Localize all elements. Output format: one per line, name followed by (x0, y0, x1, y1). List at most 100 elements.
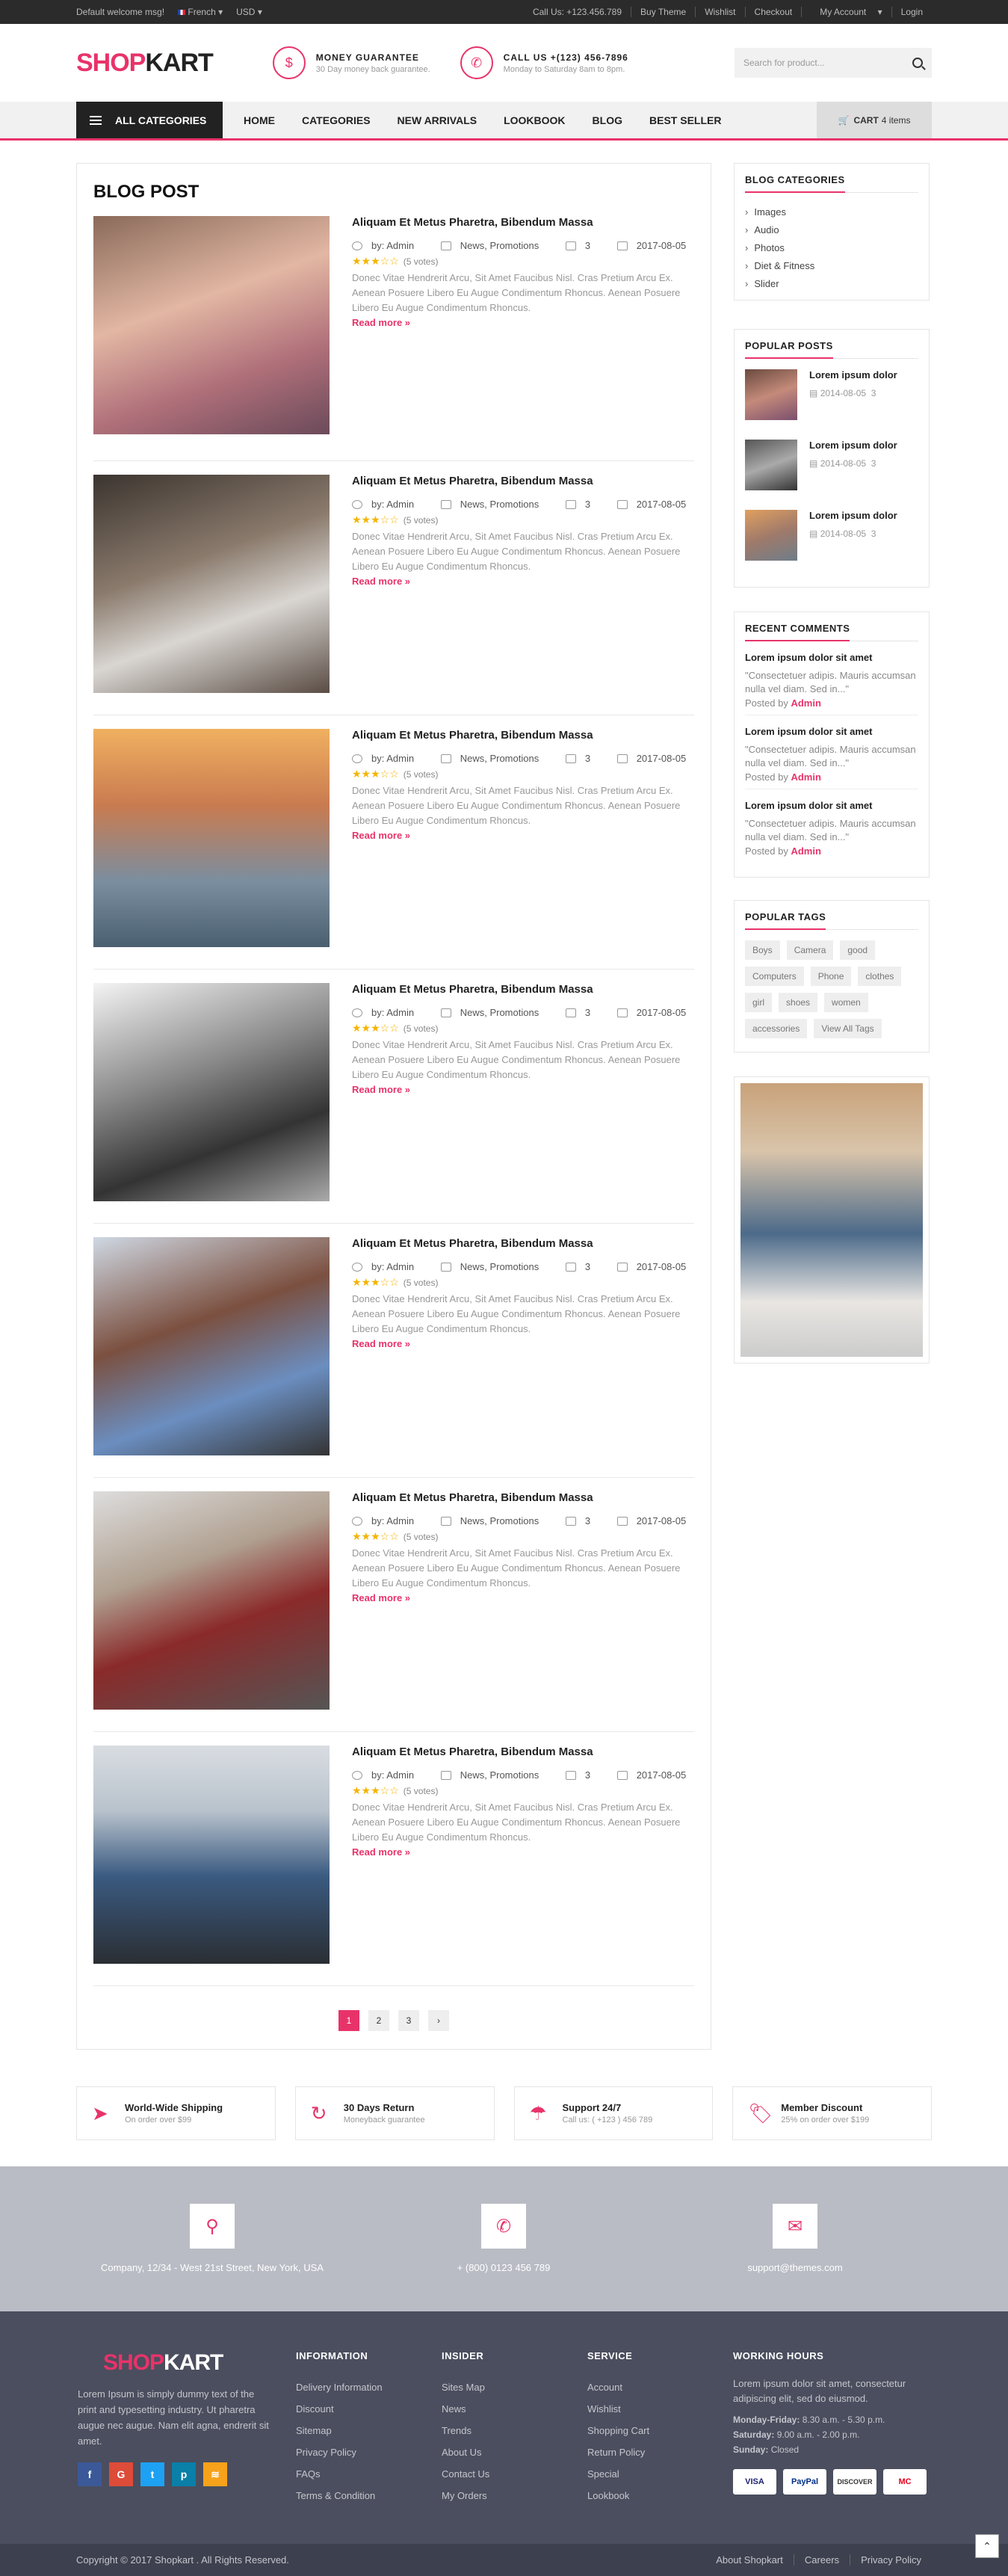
comment-item[interactable]: Lorem ipsum dolor sit amet "Consectetuer … (745, 652, 918, 715)
tag-item[interactable]: shoes (779, 993, 818, 1012)
cart-button[interactable]: 🛒 CART 4 items (817, 102, 932, 138)
popular-post[interactable]: Lorem ipsum dolor ▤ 2014-08-05 3 (745, 369, 918, 420)
pinterest-icon[interactable]: p (172, 2462, 196, 2486)
popular-post[interactable]: Lorem ipsum dolor ▤ 2014-08-05 3 (745, 440, 918, 490)
read-more-link[interactable]: Read more » (352, 1592, 688, 1603)
nav-best-seller[interactable]: BEST SELLER (636, 114, 735, 126)
footer-link[interactable]: About Us (442, 2441, 489, 2463)
careers-link[interactable]: Careers (793, 2554, 850, 2566)
read-more-link[interactable]: Read more » (352, 1338, 688, 1349)
nav-categories[interactable]: CATEGORIES (288, 114, 384, 126)
page-1[interactable]: 1 (338, 2010, 359, 2031)
footer-link[interactable]: Sites Map (442, 2376, 489, 2398)
page-2[interactable]: 2 (368, 2010, 389, 2031)
nav-lookbook[interactable]: LOOKBOOK (490, 114, 578, 126)
read-more-link[interactable]: Read more » (352, 576, 688, 587)
post-title[interactable]: Aliquam Et Metus Pharetra, Bibendum Mass… (352, 1237, 688, 1250)
category-images[interactable]: Images (745, 203, 918, 221)
facebook-icon[interactable]: f (78, 2462, 102, 2486)
post-image[interactable] (93, 983, 330, 1201)
footer-link[interactable]: Delivery Information (296, 2376, 383, 2398)
post-thumbnail[interactable] (745, 440, 797, 490)
tag-item[interactable]: girl (745, 993, 773, 1012)
read-more-link[interactable]: Read more » (352, 1846, 688, 1858)
google-plus-icon[interactable]: G (109, 2462, 133, 2486)
category-slider[interactable]: Slider (745, 275, 918, 293)
footer-link[interactable]: Shopping Cart (587, 2420, 649, 2441)
footer-link[interactable]: Trends (442, 2420, 489, 2441)
post-title[interactable]: Aliquam Et Metus Pharetra, Bibendum Mass… (352, 983, 688, 996)
tag-item[interactable]: Computers (745, 967, 804, 986)
tag-item[interactable]: Boys (745, 940, 780, 960)
post-image[interactable] (93, 729, 330, 947)
footer-link[interactable]: Special (587, 2463, 649, 2485)
search-input[interactable]: Search for product... (735, 48, 932, 78)
post-image[interactable] (93, 216, 330, 434)
page-3[interactable]: 3 (398, 2010, 419, 2031)
footer-link[interactable]: Contact Us (442, 2463, 489, 2485)
next-page[interactable]: › (428, 2010, 449, 2031)
post-image[interactable] (93, 475, 330, 693)
twitter-icon[interactable]: t (140, 2462, 164, 2486)
checkout-link[interactable]: Checkout (744, 7, 802, 17)
post-image[interactable] (93, 1237, 330, 1455)
tag-item[interactable]: women (824, 993, 868, 1012)
wishlist-link[interactable]: Wishlist (695, 7, 744, 17)
banner-image[interactable] (740, 1083, 923, 1357)
footer-link[interactable]: Lookbook (587, 2485, 649, 2506)
post-image[interactable] (93, 1745, 330, 1964)
footer-link[interactable]: Return Policy (587, 2441, 649, 2463)
post-image[interactable] (93, 1491, 330, 1710)
login-link[interactable]: Login (891, 7, 932, 17)
post-thumbnail[interactable] (745, 510, 797, 561)
category-audio[interactable]: Audio (745, 221, 918, 239)
language-selector[interactable]: French ▾ (178, 7, 223, 17)
post-thumbnail[interactable] (745, 369, 797, 420)
footer-link[interactable]: Wishlist (587, 2398, 649, 2420)
footer-link[interactable]: Privacy Policy (296, 2441, 383, 2463)
read-more-link[interactable]: Read more » (352, 1084, 688, 1095)
logo[interactable]: SHOPKART (76, 49, 214, 78)
currency-selector[interactable]: USD ▾ (236, 7, 262, 17)
buy-theme-link[interactable]: Buy Theme (631, 7, 695, 17)
post-title[interactable]: Aliquam Et Metus Pharetra, Bibendum Mass… (352, 1745, 688, 1758)
footer-link[interactable]: Account (587, 2376, 649, 2398)
comment-item[interactable]: Lorem ipsum dolor sit amet "Consectetuer … (745, 726, 918, 789)
tag-item[interactable]: good (840, 940, 876, 960)
all-categories-button[interactable]: ALL CATEGORIES (76, 102, 223, 138)
tag-item[interactable]: accessories (745, 1019, 808, 1038)
footer-link[interactable]: FAQs (296, 2463, 383, 2485)
search-icon[interactable] (912, 58, 923, 68)
footer-logo[interactable]: SHOPKART (103, 2350, 272, 2376)
about-link[interactable]: About Shopkart (705, 2554, 794, 2566)
read-more-link[interactable]: Read more » (352, 317, 688, 328)
footer-link[interactable]: My Orders (442, 2485, 489, 2506)
tag-item[interactable]: View All Tags (814, 1019, 882, 1038)
category-diet-fitness[interactable]: Diet & Fitness (745, 257, 918, 275)
nav-new-arrivals[interactable]: NEW ARRIVALS (384, 114, 491, 126)
post-excerpt: Donec Vitae Hendrerit Arcu, Sit Amet Fau… (352, 1547, 681, 1589)
popular-post[interactable]: Lorem ipsum dolor ▤ 2014-08-05 3 (745, 510, 918, 561)
back-to-top-button[interactable]: ⌃ (975, 2534, 999, 2558)
sidebar-banner[interactable] (734, 1076, 930, 1364)
footer-link[interactable]: Discount (296, 2398, 383, 2420)
footer-link[interactable]: News (442, 2398, 489, 2420)
calendar-icon (616, 241, 628, 250)
nav-blog[interactable]: BLOG (579, 114, 636, 126)
post-title[interactable]: Aliquam Et Metus Pharetra, Bibendum Mass… (352, 1491, 688, 1504)
footer-link[interactable]: Terms & Condition (296, 2485, 383, 2506)
tag-item[interactable]: clothes (858, 967, 902, 986)
footer-link[interactable]: Sitemap (296, 2420, 383, 2441)
post-title[interactable]: Aliquam Et Metus Pharetra, Bibendum Mass… (352, 216, 688, 229)
my-account-link[interactable]: My Account ▾ (801, 7, 891, 17)
tag-item[interactable]: Camera (786, 940, 834, 960)
nav-home[interactable]: HOME (230, 114, 288, 126)
rss-icon[interactable]: ≋ (203, 2462, 227, 2486)
privacy-link[interactable]: Privacy Policy (850, 2554, 932, 2566)
comment-item[interactable]: Lorem ipsum dolor sit amet "Consectetuer … (745, 800, 918, 863)
read-more-link[interactable]: Read more » (352, 830, 688, 841)
post-title[interactable]: Aliquam Et Metus Pharetra, Bibendum Mass… (352, 475, 688, 487)
category-photos[interactable]: Photos (745, 239, 918, 257)
post-title[interactable]: Aliquam Et Metus Pharetra, Bibendum Mass… (352, 729, 688, 742)
tag-item[interactable]: Phone (810, 967, 852, 986)
